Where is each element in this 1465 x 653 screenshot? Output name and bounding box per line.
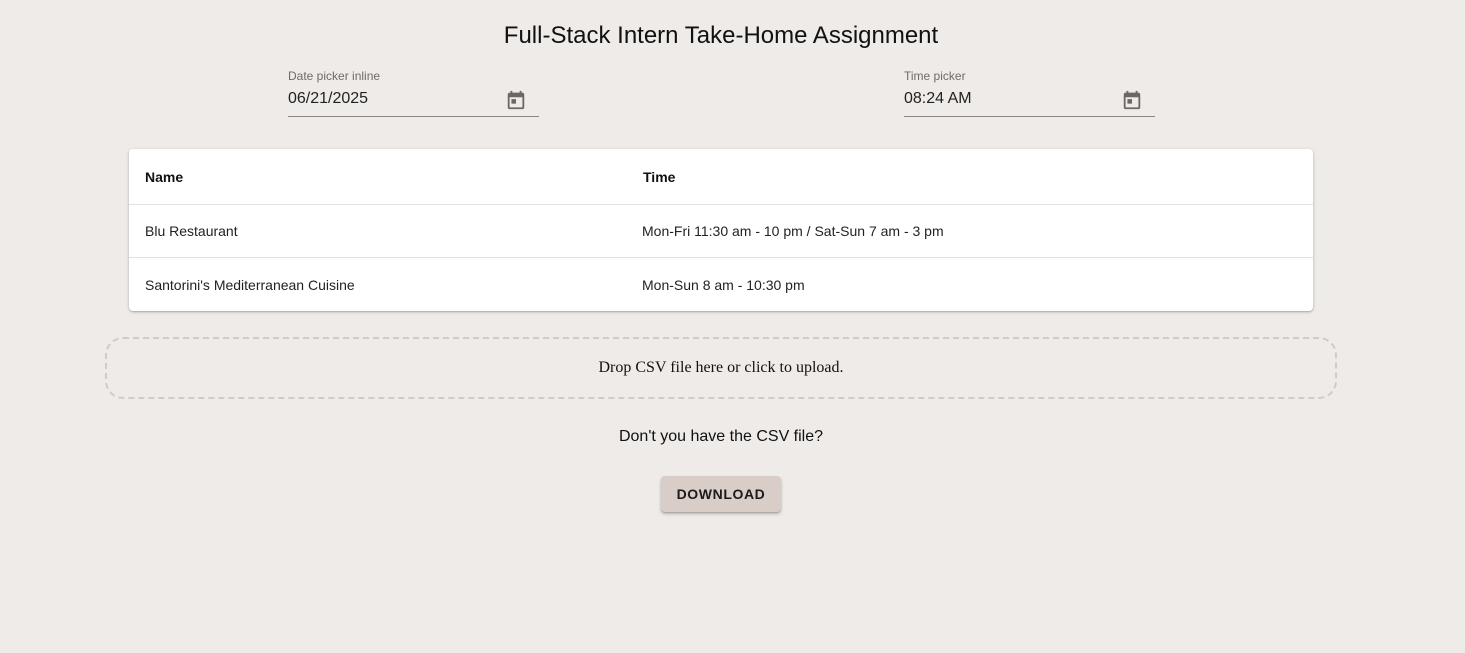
time-picker: Time picker (904, 68, 1155, 117)
column-header-time: Time (643, 168, 676, 185)
download-button[interactable]: DOWNLOAD (661, 476, 781, 512)
page-root: Full-Stack Intern Take-Home Assignment D… (0, 0, 1465, 653)
table-cell-name: Santorini's Mediterranean Cuisine (145, 276, 355, 293)
date-picker: Date picker inline (288, 68, 539, 117)
calendar-icon (507, 90, 525, 110)
column-header-name: Name (145, 168, 184, 185)
page-title: Full-Stack Intern Take-Home Assignment (503, 22, 939, 49)
restaurant-table: Name Time Blu Restaurant Mon-Fri 11:30 a… (129, 149, 1313, 311)
time-picker-button[interactable] (1121, 89, 1143, 111)
date-picker-input[interactable] (288, 88, 488, 110)
dropzone-text: Drop CSV file here or click to upload. (598, 359, 844, 376)
time-picker-label: Time picker (904, 69, 966, 83)
table-row: Santorini's Mediterranean Cuisine Mon-Su… (129, 258, 1313, 311)
time-picker-input[interactable] (904, 88, 1104, 110)
table-cell-time: Mon-Fri 11:30 am - 10 pm / Sat-Sun 7 am … (642, 223, 944, 239)
calendar-icon (1123, 90, 1141, 110)
csv-question: Don't you have the CSV file? (618, 428, 824, 445)
table-header-row: Name Time (129, 149, 1313, 205)
date-picker-button[interactable] (505, 89, 527, 111)
table-cell-name: Blu Restaurant (145, 223, 238, 239)
table-cell-time: Mon-Sun 8 am - 10:30 pm (642, 276, 805, 293)
csv-dropzone[interactable]: Drop CSV file here or click to upload. (105, 337, 1337, 399)
table-row: Blu Restaurant Mon-Fri 11:30 am - 10 pm … (129, 205, 1313, 258)
date-picker-label: Date picker inline (288, 69, 381, 83)
